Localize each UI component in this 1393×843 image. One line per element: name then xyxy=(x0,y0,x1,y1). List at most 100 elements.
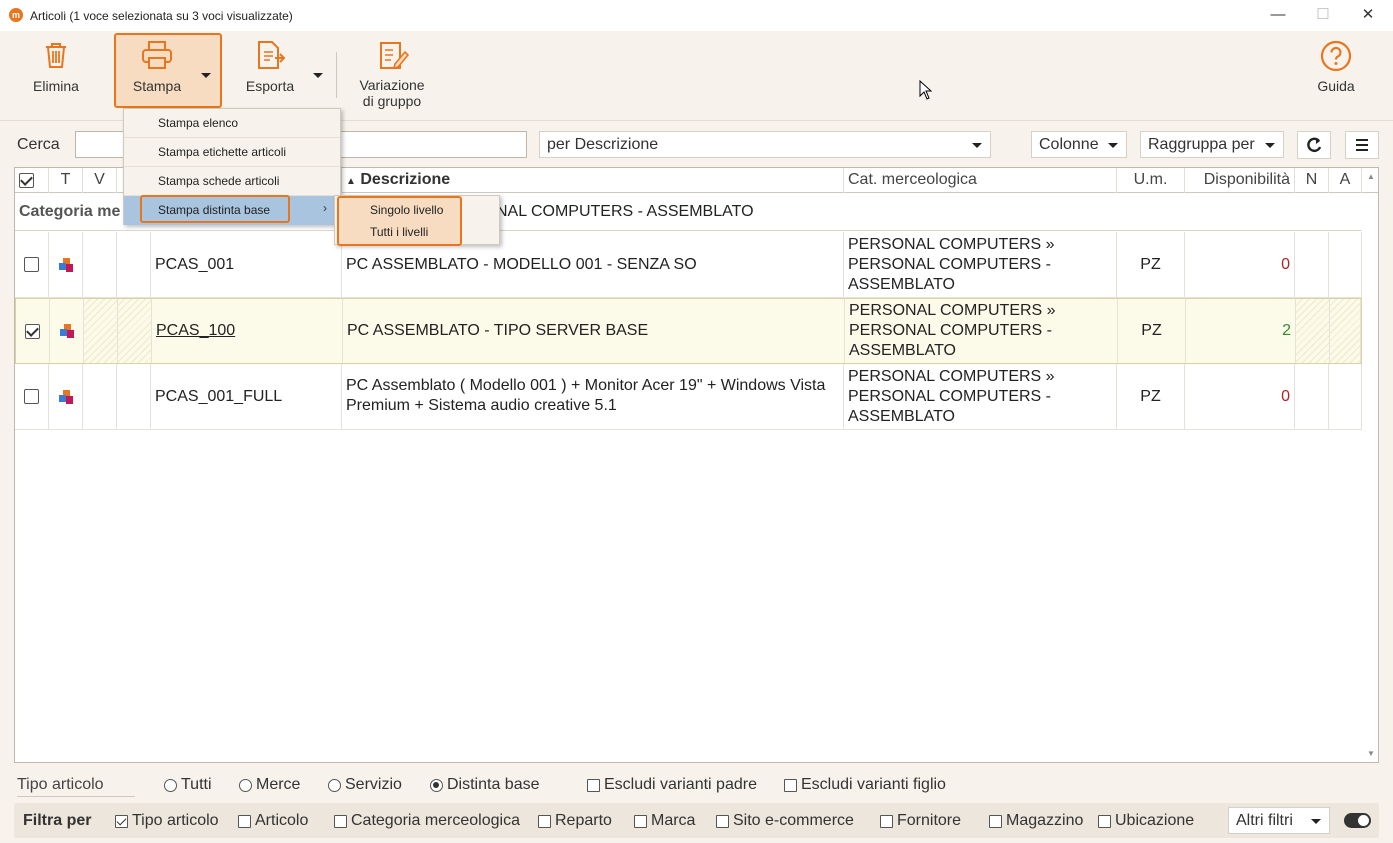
code-cell[interactable]: PCAS_100 xyxy=(152,299,343,363)
refresh-button[interactable] xyxy=(1297,131,1331,159)
guida-button[interactable]: Guida xyxy=(1308,40,1364,94)
distinta-base-icon xyxy=(59,324,74,338)
table-row[interactable]: PCAS_001_FULL PC Assemblato ( Modello 00… xyxy=(15,364,1362,430)
search-field-value: per Descrizione xyxy=(547,136,659,153)
cat-line: PERSONAL COMPUTERS - xyxy=(848,256,1051,273)
radio-distinta-base[interactable]: Distinta base xyxy=(430,776,540,794)
radio-tutti-label: Tutti xyxy=(181,776,212,793)
radio-distinta-label: Distinta base xyxy=(447,776,540,793)
select-all-checkbox[interactable] xyxy=(15,168,49,193)
header-descrizione[interactable]: ▲ Descrizione xyxy=(342,168,844,193)
distinta-base-icon xyxy=(58,389,73,404)
header-v[interactable]: V xyxy=(83,168,117,193)
elimina-button[interactable]: Elimina xyxy=(25,40,87,94)
radio-servizio[interactable]: Servizio xyxy=(328,776,402,794)
minimize-icon[interactable]: — xyxy=(1255,3,1301,29)
cerca-label: Cerca xyxy=(17,136,60,153)
scroll-up-icon[interactable]: ▲ xyxy=(1367,172,1375,181)
escludi-figlio-checkbox[interactable]: Escludi varianti figlio xyxy=(784,776,946,794)
altri-filtri-dropdown[interactable]: Altri filtri xyxy=(1228,807,1330,834)
stampa-button[interactable]: Stampa xyxy=(125,40,189,94)
esporta-label: Esporta xyxy=(245,78,295,94)
n-cell xyxy=(1295,232,1329,297)
n-cell xyxy=(1296,299,1330,363)
toolbar-separator xyxy=(336,52,337,98)
table-row[interactable]: PCAS_001 PC ASSEMBLATO - MODELLO 001 - S… xyxy=(15,232,1362,298)
checkbox-icon xyxy=(25,323,40,339)
filter-reparto[interactable]: Reparto xyxy=(538,812,612,830)
filter-marca[interactable]: Marca xyxy=(634,812,695,830)
vertical-scrollbar[interactable]: ▲ ▼ xyxy=(1363,168,1378,762)
cat-line: PERSONAL COMPUTERS - xyxy=(848,388,1051,405)
raggruppa-dropdown[interactable]: Raggruppa per xyxy=(1140,131,1284,158)
code-cell[interactable]: PCAS_001 xyxy=(151,232,342,297)
menu-button[interactable] xyxy=(1345,131,1379,159)
edit-list-icon xyxy=(380,42,409,70)
menu-item-stampa-distinta-label[interactable]: Stampa distinta base xyxy=(158,203,270,217)
code-cell[interactable]: PCAS_001_FULL xyxy=(151,364,342,429)
maximize-icon[interactable]: ☐ xyxy=(1300,3,1346,29)
header-a[interactable]: A xyxy=(1329,168,1362,193)
filter-ubicazione[interactable]: Ubicazione xyxy=(1098,812,1194,830)
filter-fornitore[interactable]: Fornitore xyxy=(880,812,961,830)
menu-item-stampa-elenco[interactable]: Stampa elenco xyxy=(124,109,340,138)
header-categoria[interactable]: Cat. merceologica xyxy=(844,168,1117,193)
filter-label: Magazzino xyxy=(1006,812,1084,829)
checkbox-icon xyxy=(24,257,39,272)
variazione-gruppo-button[interactable]: Variazione di gruppo xyxy=(354,40,430,109)
um-cell: PZ xyxy=(1118,299,1186,363)
blank-cell xyxy=(117,364,151,429)
n-cell xyxy=(1295,364,1329,429)
row-checkbox[interactable] xyxy=(15,232,49,297)
printer-icon xyxy=(142,41,172,69)
divider xyxy=(17,796,135,797)
header-t[interactable]: T xyxy=(49,168,83,193)
search-field-select[interactable]: per Descrizione xyxy=(539,131,991,158)
stampa-dropdown-icon[interactable] xyxy=(201,73,211,78)
checkbox-icon xyxy=(238,814,251,828)
header-n[interactable]: N xyxy=(1295,168,1329,193)
submenu-item-tutti[interactable]: Tutti i livelli xyxy=(370,225,428,239)
a-cell xyxy=(1329,232,1362,297)
filter-categoria[interactable]: Categoria merceologica xyxy=(334,812,520,830)
filter-label: Categoria merceologica xyxy=(351,812,520,829)
filter-toggle[interactable] xyxy=(1344,813,1371,828)
chevron-down-icon xyxy=(1265,143,1275,148)
filter-sito[interactable]: Sito e-commerce xyxy=(716,812,854,830)
escludi-padre-checkbox[interactable]: Escludi varianti padre xyxy=(587,776,757,794)
filter-tipo-articolo[interactable]: Tipo articolo xyxy=(115,812,219,830)
refresh-icon xyxy=(1307,137,1322,153)
esporta-dropdown-icon[interactable] xyxy=(313,73,323,78)
descr-cell: PC Assemblato ( Modello 001 ) + Monitor … xyxy=(342,364,844,429)
radio-tutti[interactable]: Tutti xyxy=(164,776,212,794)
radio-icon xyxy=(164,778,177,792)
radio-icon xyxy=(239,778,252,792)
row-checkbox[interactable] xyxy=(15,364,49,429)
filter-label: Marca xyxy=(651,812,696,829)
radio-merce[interactable]: Merce xyxy=(239,776,300,794)
esporta-button[interactable]: Esporta xyxy=(237,40,303,94)
filter-articolo[interactable]: Articolo xyxy=(238,812,308,830)
guida-label: Guida xyxy=(1317,78,1355,94)
filter-label: Tipo articolo xyxy=(132,812,219,829)
checkbox-icon xyxy=(880,814,893,828)
header-um[interactable]: U.m. xyxy=(1117,168,1185,193)
sort-asc-icon: ▲ xyxy=(346,176,356,187)
filter-label: Reparto xyxy=(555,812,612,829)
a-cell xyxy=(1330,299,1361,363)
header-disponibilita[interactable]: Disponibilità xyxy=(1185,168,1295,193)
group-label: Categoria me xyxy=(19,203,121,220)
export-icon xyxy=(258,41,286,69)
menu-item-stampa-schede[interactable]: Stampa schede articoli xyxy=(124,167,340,196)
filter-label: Fornitore xyxy=(897,812,962,829)
submenu-item-singolo[interactable]: Singolo livello xyxy=(370,203,443,217)
row-checkbox[interactable] xyxy=(16,299,50,363)
menu-item-stampa-etichette[interactable]: Stampa etichette articoli xyxy=(124,138,340,167)
colonne-dropdown[interactable]: Colonne xyxy=(1031,131,1127,158)
close-icon[interactable]: ✕ xyxy=(1345,3,1391,29)
cat-line: ASSEMBLATO xyxy=(848,276,955,293)
scroll-down-icon[interactable]: ▼ xyxy=(1367,749,1375,758)
table-row-selected[interactable]: PCAS_100 PC ASSEMBLATO - TIPO SERVER BAS… xyxy=(15,298,1362,364)
filter-magazzino[interactable]: Magazzino xyxy=(989,812,1083,830)
tipo-cell xyxy=(49,232,83,297)
